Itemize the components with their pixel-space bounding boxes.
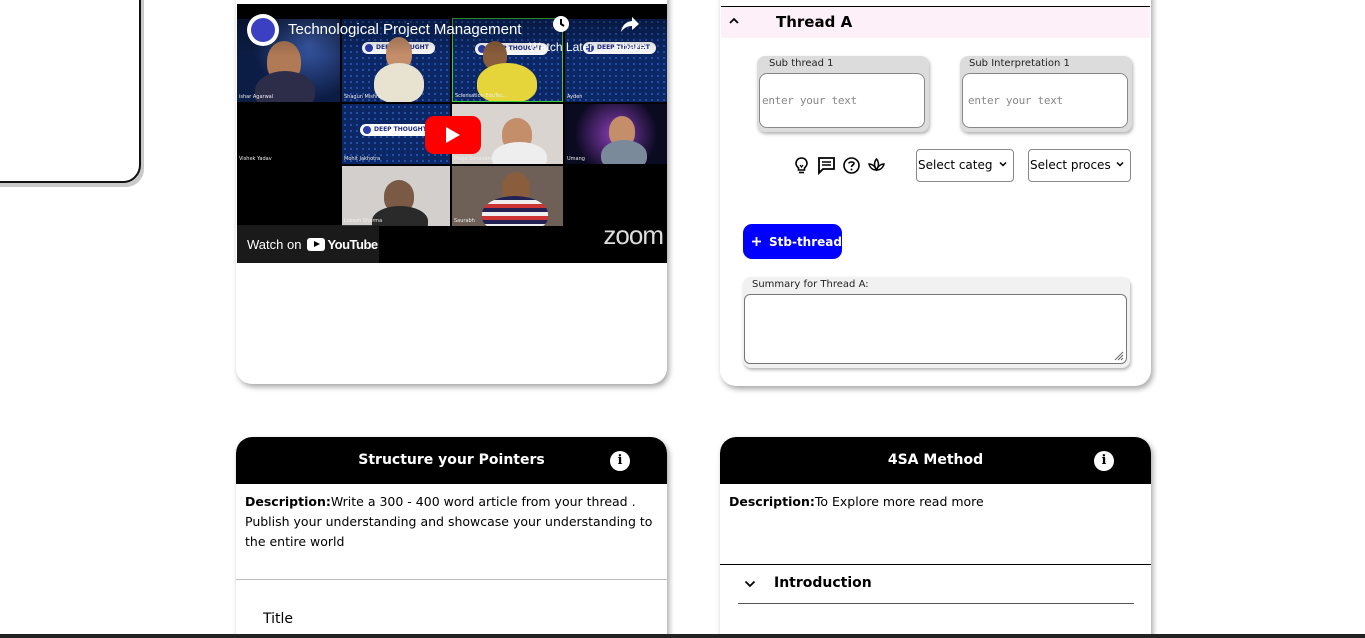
add-sub-thread-button[interactable]: Stb-thread: [743, 224, 842, 259]
category-select-value: Select categ: [918, 158, 993, 172]
thread-tools: [792, 156, 886, 176]
sub-thread-box: Sub thread 1 enter your text: [757, 56, 929, 132]
pointers-header: Structure your Pointers i: [236, 437, 667, 484]
participant-name: Mohit Jakhotra: [344, 156, 381, 162]
divider: [738, 603, 1134, 604]
video-tile: Lokesh Sharma: [342, 166, 450, 226]
participant-name: Vishek Yadav: [239, 156, 272, 162]
title-field-label: Title: [263, 611, 294, 627]
video-tile: Vishek Yadav: [237, 104, 340, 164]
youtube-logo: YouTube: [307, 237, 378, 252]
participant-name: Sciensation EduTec...: [455, 93, 508, 99]
watch-on-youtube-link[interactable]: Watch on YouTube: [237, 225, 379, 263]
summary-box: Summary for Thread A:: [743, 277, 1130, 368]
chevron-up-icon[interactable]: [729, 16, 739, 26]
share-label: Share: [614, 40, 647, 54]
participant-name: Pooja Sonavane: [454, 156, 494, 162]
lightbulb-icon[interactable]: [792, 156, 811, 175]
play-button[interactable]: [425, 116, 481, 154]
summary-label: Summary for Thread A:: [752, 279, 869, 290]
description-label: Description:: [245, 494, 331, 509]
channel-logo[interactable]: [247, 14, 279, 46]
summary-textarea[interactable]: [744, 294, 1127, 364]
thread-card: Thread A Sub thread 1 enter your text Su…: [720, 0, 1151, 386]
divider: [236, 579, 667, 580]
share-button[interactable]: Share: [614, 14, 646, 54]
pointers-card: Structure your Pointers i Description:Wr…: [236, 437, 667, 638]
clock-icon: [529, 14, 593, 34]
play-icon: [446, 127, 460, 143]
chevron-down-icon: [1116, 161, 1124, 167]
video-card: ishar Agarwal DEEP THOUGHT Shagun Mishra…: [236, 0, 667, 384]
plus-icon: [752, 237, 761, 246]
participant-name: ishar Agarwal: [239, 94, 274, 100]
video-player[interactable]: ishar Agarwal DEEP THOUGHT Shagun Mishra…: [237, 4, 667, 263]
method-title: 4SA Method: [887, 452, 984, 468]
sub-interpretation-label: Sub Interpretation 1: [969, 58, 1070, 69]
info-icon[interactable]: i: [610, 451, 630, 471]
introduction-accordion[interactable]: Introduction: [720, 564, 1151, 604]
pointers-title: Structure your Pointers: [358, 452, 545, 468]
left-card: [0, 0, 141, 183]
resize-grip-icon[interactable]: [1112, 349, 1124, 361]
add-sub-thread-label: Stb-thread: [769, 234, 842, 249]
pointers-description: Description:Write a 300 - 400 word artic…: [245, 492, 661, 552]
zoom-watermark: zoom: [603, 220, 664, 250]
watch-later-label: Watch Later: [529, 40, 594, 54]
sub-interpretation-input[interactable]: enter your text: [962, 73, 1128, 128]
method-header: 4SA Method i: [720, 437, 1151, 484]
video-title[interactable]: Technological Project Management: [288, 21, 521, 38]
sub-thread-label: Sub thread 1: [769, 58, 834, 69]
lotus-icon[interactable]: [867, 156, 886, 175]
bottom-edge-bar: [0, 634, 1365, 638]
sub-thread-input[interactable]: enter your text: [759, 73, 925, 128]
participant-name: Lokesh Sharma: [344, 218, 383, 224]
process-select[interactable]: Select proces: [1028, 149, 1131, 182]
thread-title: Thread A: [776, 13, 853, 31]
participant-name: Saurabh: [454, 218, 475, 224]
participant-name: Shagun Mishra: [344, 94, 382, 100]
process-select-value: Select proces: [1030, 158, 1111, 172]
video-tile: Saurabh: [452, 166, 563, 226]
category-select[interactable]: Select categ: [916, 149, 1014, 182]
sub-interpretation-box: Sub Interpretation 1 enter your text: [960, 56, 1132, 132]
brand-pill: DEEP THOUGHT: [360, 124, 433, 136]
chevron-down-icon[interactable]: [744, 578, 756, 590]
question-icon[interactable]: [842, 156, 861, 175]
method-description: Description:To Explore more read more: [729, 492, 1145, 512]
share-arrow-icon: [614, 14, 646, 34]
participant-name: Ayden: [567, 94, 583, 100]
watch-on-label: Watch on: [247, 236, 302, 252]
description-label: Description:: [729, 494, 815, 509]
watch-later-button[interactable]: Watch Later: [529, 14, 593, 54]
message-icon[interactable]: [817, 156, 836, 176]
participant-name: Umang: [567, 156, 585, 162]
video-tile: Umang: [565, 104, 667, 164]
info-icon[interactable]: i: [1094, 451, 1114, 471]
description-text: To Explore more read more: [814, 494, 984, 509]
introduction-label: Introduction: [774, 575, 872, 591]
chevron-down-icon: [999, 161, 1007, 167]
method-card: 4SA Method i Description:To Explore more…: [720, 437, 1151, 638]
thread-header[interactable]: Thread A: [721, 6, 1150, 38]
